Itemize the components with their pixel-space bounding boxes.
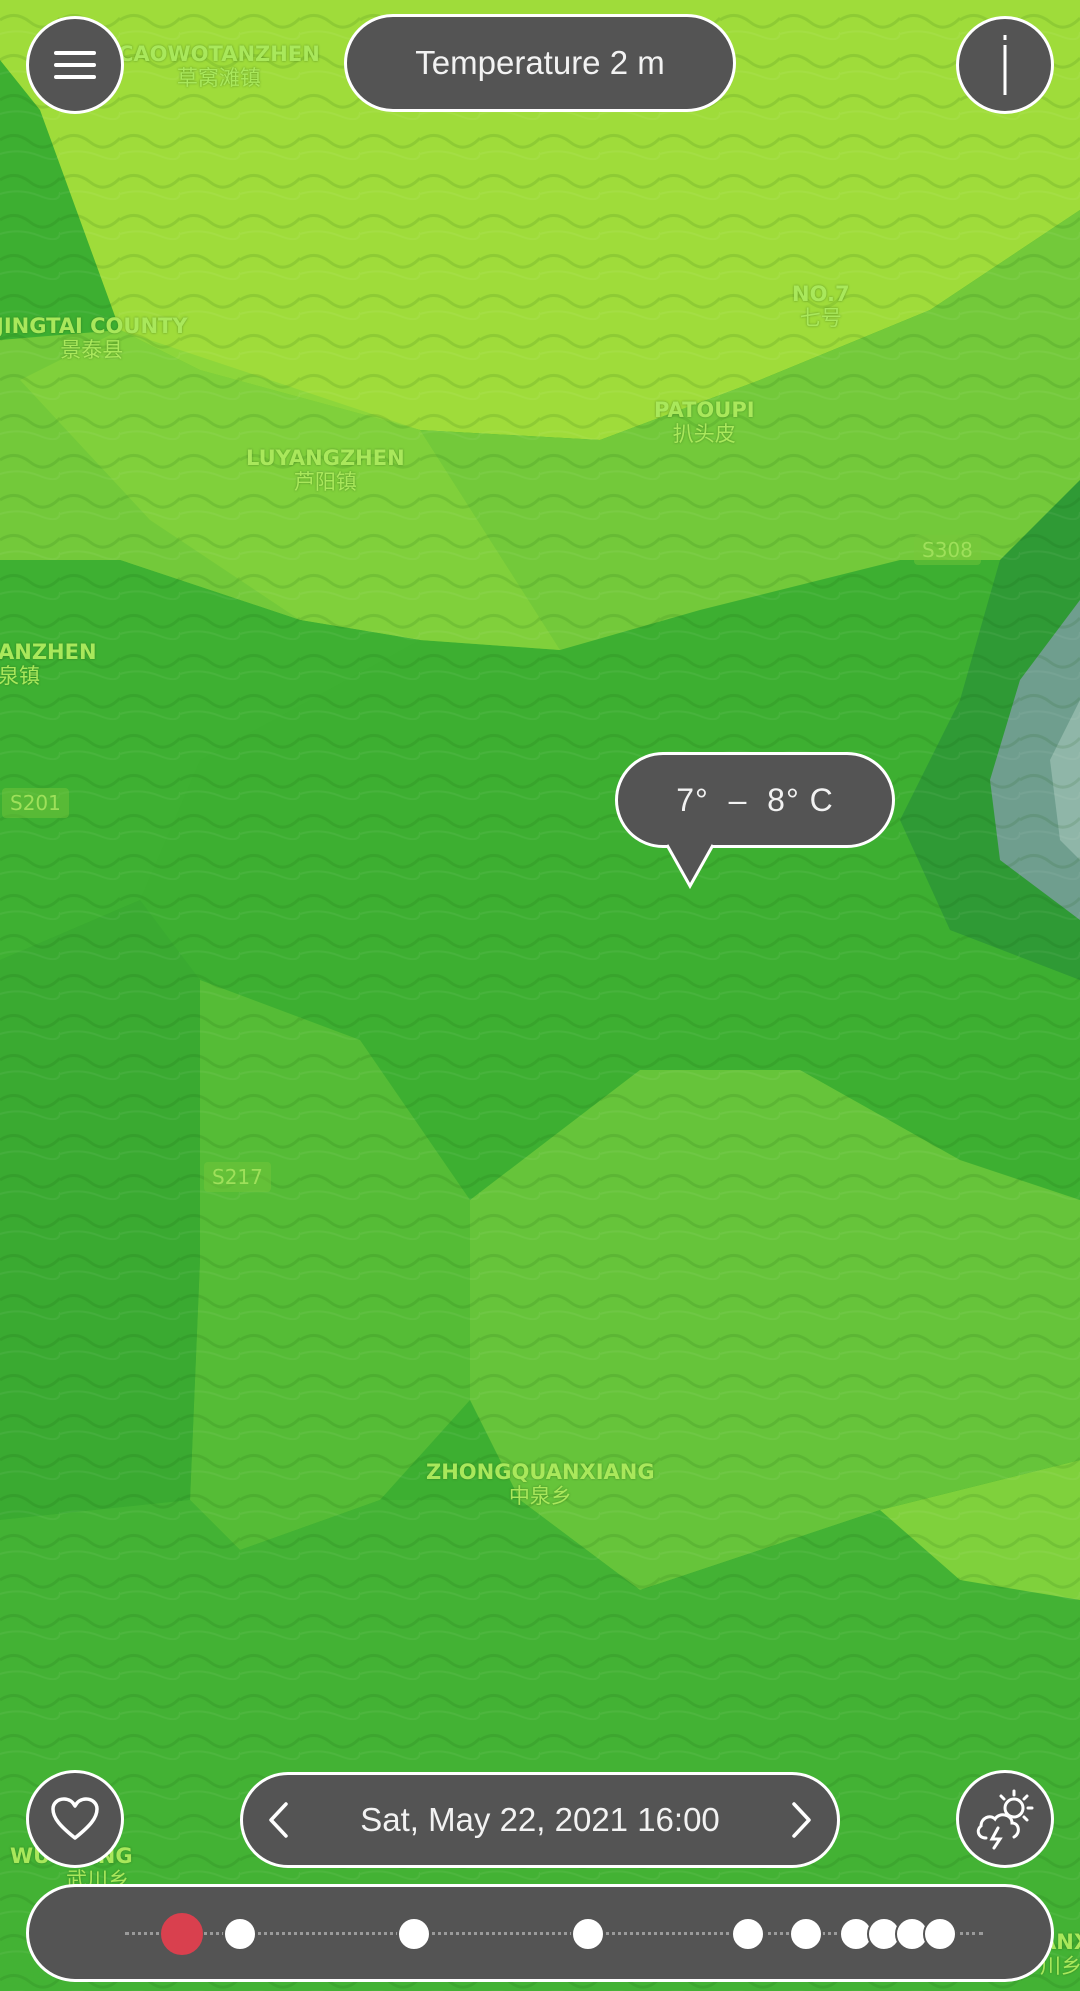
time-slider-current-dot[interactable] (161, 1913, 203, 1955)
time-slider-dot[interactable] (789, 1917, 823, 1951)
map-label-cn: 芦阳镇 (293, 470, 357, 494)
map-label-no7: NO.7 七号 (792, 282, 850, 330)
map-label-anzhen: ANZHEN 泉镇 (0, 640, 97, 688)
tooltip-pointer (665, 842, 715, 890)
road-shield-s308: S308 (914, 535, 981, 565)
map-label-cn: 泉镇 (0, 664, 40, 688)
info-button[interactable] (956, 16, 1054, 114)
time-slider-dot[interactable] (397, 1917, 431, 1951)
next-time-button[interactable] (767, 1780, 837, 1860)
map-label-cn: 七号 (799, 306, 842, 330)
map-label-cn: 扒头皮 (672, 422, 736, 446)
previous-time-button[interactable] (243, 1780, 313, 1860)
map-label-en: CAOWOTANZHEN (118, 42, 320, 66)
chevron-right-icon (792, 1802, 811, 1838)
map-label-en: LUYANGZHEN (246, 446, 405, 470)
map-label-zhongquanxiang: ZHONGQUANXIANG 中泉乡 (426, 1460, 655, 1508)
favorite-button[interactable] (26, 1770, 124, 1868)
time-slider[interactable] (26, 1884, 1054, 1982)
time-slider-dot[interactable] (223, 1917, 257, 1951)
map-label-patoupi: PATOUPI 扒头皮 (654, 398, 755, 446)
map-label-jingtai-county: JINGTAI COUNTY 景泰县 (0, 314, 188, 362)
temperature-range: 7° – 8° C (676, 781, 834, 818)
hamburger-menu-icon (54, 51, 96, 79)
map-label-cn: 景泰县 (60, 338, 124, 362)
map-canvas[interactable] (0, 0, 1080, 1991)
date-selector[interactable]: Sat, May 22, 2021 16:00 (240, 1772, 840, 1868)
road-shield-s217: S217 (204, 1162, 271, 1192)
map-label-en: ANZHEN (0, 640, 97, 664)
map-label-en: JINGTAI COUNTY (0, 314, 188, 338)
map-label-en: ZHONGQUANXIANG (426, 1460, 655, 1484)
map-label-caowotanzhen: CAOWOTANZHEN 草窝滩镇 (118, 42, 320, 90)
menu-button[interactable] (26, 16, 124, 114)
heart-icon (51, 1797, 99, 1840)
weather-button[interactable] (956, 1770, 1054, 1868)
map-screen: CAOWOTANZHEN 草窝滩镇 JINGTAI COUNTY 景泰县 NO.… (0, 0, 1080, 1991)
road-shield-s201: S201 (2, 788, 69, 818)
layer-title: Temperature 2 m (415, 44, 665, 81)
temperature-tooltip: 7° – 8° C (615, 752, 895, 848)
chevron-left-icon (269, 1802, 288, 1838)
time-slider-dot[interactable] (923, 1917, 957, 1951)
time-slider-dot[interactable] (571, 1917, 605, 1951)
info-icon (1003, 35, 1007, 95)
layer-selector-button[interactable]: Temperature 2 m (344, 14, 736, 112)
map-label-cn: 草窝滩镇 (176, 66, 261, 90)
map-label-en: PATOUPI (654, 398, 755, 422)
map-label-luyangzhen: LUYANGZHEN 芦阳镇 (246, 446, 405, 494)
map-label-cn: 中泉乡 (508, 1484, 572, 1508)
forecast-datetime: Sat, May 22, 2021 16:00 (360, 1801, 720, 1838)
map-label-en: NO.7 (792, 282, 850, 306)
time-slider-dot[interactable] (731, 1917, 765, 1951)
weather-cloud-sun-icon (976, 1789, 1034, 1850)
